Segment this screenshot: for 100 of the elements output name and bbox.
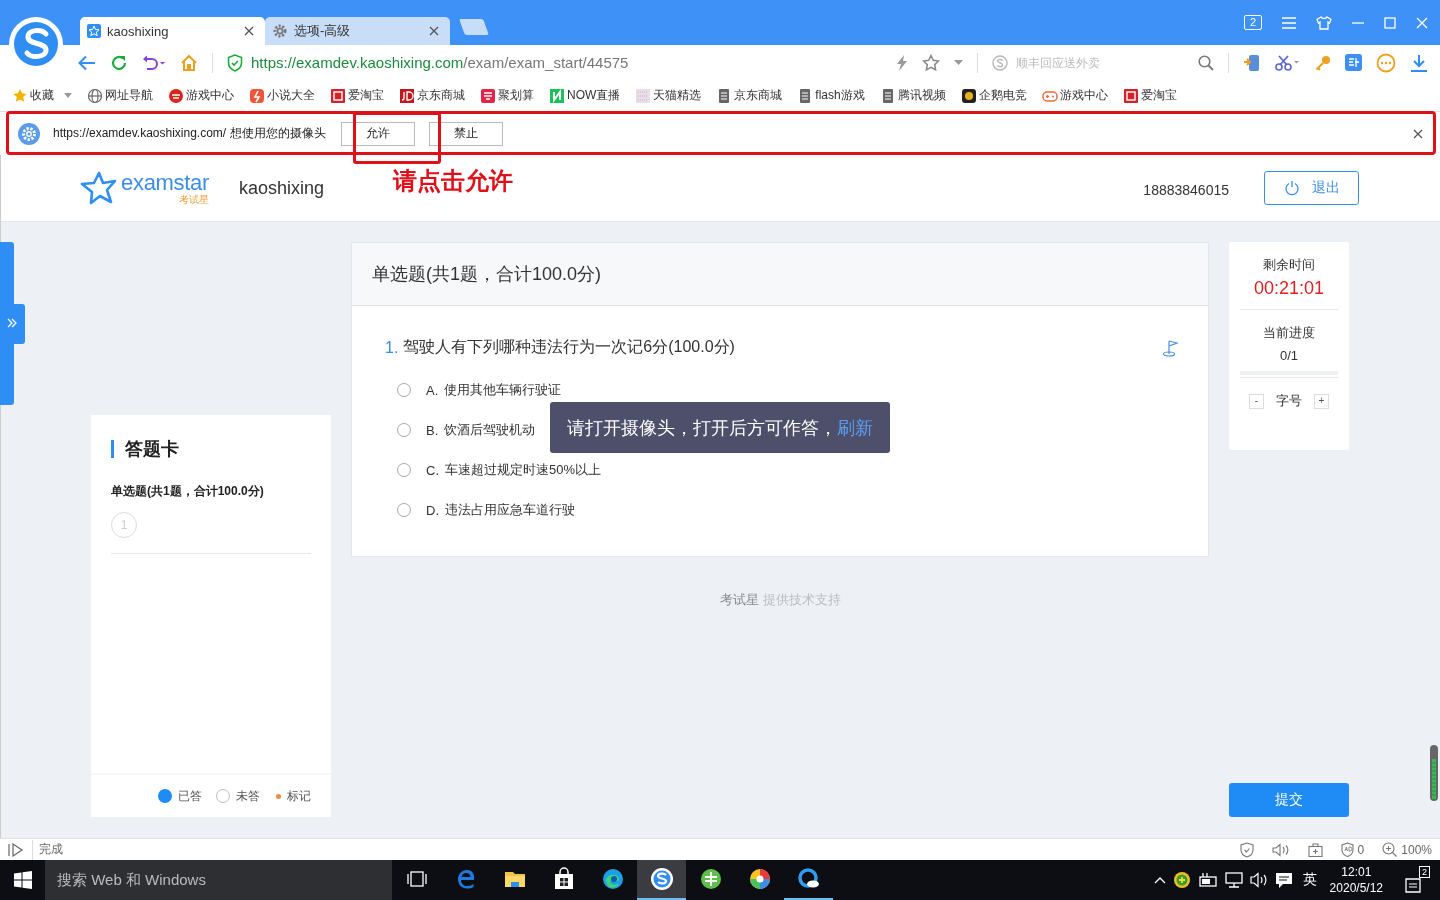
marker-dot <box>276 793 281 799</box>
browser-icon <box>796 867 821 891</box>
timer-value: 00:21:01 <box>1252 278 1326 299</box>
sidebar-toggle-icon[interactable] <box>8 842 24 857</box>
phone-icon[interactable] <box>1243 53 1261 72</box>
shirt-icon[interactable] <box>1316 15 1332 30</box>
logo-icon <box>330 87 346 104</box>
browser-tab[interactable]: kaoshixing <box>80 17 265 45</box>
scrollbar-thumb-drawing[interactable] <box>1430 745 1438 801</box>
menu-icon[interactable] <box>1282 16 1296 29</box>
chevron-up-icon[interactable] <box>1153 876 1166 884</box>
deny-button[interactable]: 禁止 <box>428 121 503 146</box>
bookmark-item[interactable]: 聚划算 <box>480 87 534 104</box>
browser-tab[interactable]: 选项-高级 <box>265 17 450 45</box>
windows-logo-icon <box>13 871 32 889</box>
scissors-icon[interactable] <box>1275 54 1301 71</box>
close-icon[interactable] <box>428 25 440 37</box>
input-method-button[interactable]: 英 <box>1302 871 1317 889</box>
legend-label: 已答 <box>178 787 202 805</box>
translate-icon[interactable] <box>1345 54 1362 71</box>
footer-brand: 考试星 <box>719 592 759 607</box>
logo-icon <box>168 87 184 104</box>
flag-icon[interactable] <box>1162 338 1180 357</box>
speaker-icon[interactable] <box>1271 842 1290 857</box>
close-icon[interactable] <box>243 25 255 37</box>
shield-icon[interactable] <box>1239 841 1254 858</box>
bookmark-item[interactable]: flash游戏 <box>797 87 865 104</box>
option-text: 车速超过规定时速50%以上 <box>445 461 602 479</box>
logo-icon <box>249 87 265 104</box>
message-icon[interactable] <box>1274 871 1293 889</box>
power-icon <box>1283 180 1300 196</box>
zoom-button[interactable]: 100% <box>1382 842 1432 857</box>
option-letter: C. <box>426 462 439 478</box>
more-icon[interactable] <box>1376 52 1396 73</box>
undo-icon[interactable] <box>142 54 166 71</box>
reload-icon[interactable] <box>110 53 128 72</box>
browser-icon <box>698 867 723 891</box>
bookmark-item[interactable]: 游戏中心 <box>168 87 234 104</box>
shield-icon <box>227 53 243 72</box>
caret-icon <box>64 93 72 98</box>
network-icon[interactable] <box>1224 872 1243 888</box>
browser-icon <box>649 867 674 891</box>
section-label: 单选题(共1题，合计100.0分) <box>110 483 265 500</box>
option-text: 饮酒后驾驶机动 <box>444 421 536 439</box>
address-field[interactable]: https://examdev.kaoshixing.com/exam/exam_start/44575 <box>251 54 882 71</box>
bookmark-item[interactable]: 爱淘宝 <box>330 87 384 104</box>
gear-icon <box>272 23 288 39</box>
logo-icon <box>480 87 496 104</box>
app-tray-icon[interactable] <box>1172 871 1191 889</box>
bookmark-item[interactable]: 游戏中心 <box>1041 87 1108 104</box>
site-name: kaoshixing <box>239 177 325 199</box>
star-icon <box>12 87 28 104</box>
back-icon[interactable] <box>78 54 96 71</box>
logo-icon <box>635 87 652 104</box>
toast-text: 请打开摄像头，打开后方可作答， <box>567 416 837 440</box>
bookmark-item[interactable]: 腾讯视频 <box>879 87 946 104</box>
bookmark-item[interactable]: 小说大全 <box>249 87 315 104</box>
bookmark-item[interactable]: 网址导航 <box>87 87 153 104</box>
option-letter: A. <box>426 382 439 398</box>
option-text: 违法占用应急车道行驶 <box>445 501 575 519</box>
section-title: 单选题(共1题，合计100.0分) <box>372 263 602 286</box>
home-icon[interactable] <box>180 53 198 72</box>
caret-icon[interactable] <box>954 59 963 66</box>
bookmark-item[interactable]: 爱淘宝 <box>1122 87 1177 104</box>
brand-subtitle: 考试星 <box>179 194 210 205</box>
logo-icon <box>549 87 565 104</box>
increase-font-button[interactable]: + <box>1314 393 1329 409</box>
download-icon[interactable] <box>1410 53 1428 72</box>
volume-icon[interactable] <box>1249 872 1268 888</box>
maximize-icon[interactable] <box>1384 16 1396 29</box>
bookmark-item[interactable]: 企鹅电竞 <box>960 87 1027 104</box>
notification-button[interactable]: 2 <box>1404 866 1430 894</box>
bookmark-item[interactable]: 天猫精选 <box>635 87 702 104</box>
key-icon[interactable] <box>1315 54 1331 71</box>
question-number: 1. <box>385 338 399 357</box>
star-icon[interactable] <box>922 53 940 72</box>
bookmark-item[interactable]: 京东商城 <box>716 87 783 104</box>
search-icon[interactable] <box>1198 54 1214 71</box>
decrease-font-button[interactable]: - <box>1249 393 1264 409</box>
clock-button[interactable]: 12:01 2020/5/12 <box>1329 864 1383 896</box>
close-icon[interactable] <box>1412 127 1424 140</box>
logout-button[interactable]: 退出 <box>1264 171 1359 205</box>
progress-label: 当前进度 <box>1262 324 1316 342</box>
bookmark-item[interactable]: 收藏 <box>12 87 72 104</box>
option-letter: B. <box>426 422 439 438</box>
side-handle-drawing[interactable] <box>0 242 25 405</box>
lightning-icon[interactable] <box>896 54 908 71</box>
new-tab-button[interactable] <box>459 19 489 35</box>
bookmark-item[interactable]: NOW直播 <box>549 87 621 104</box>
allow-button[interactable]: 允许 <box>340 121 415 146</box>
medkit-icon[interactable] <box>1307 842 1323 857</box>
search-field[interactable]: 搜索 Web 和 Windows <box>45 860 392 900</box>
bookmark-item[interactable]: 京东商城 <box>399 87 465 104</box>
font-size-label: 字号 <box>1276 392 1302 410</box>
battery-icon[interactable] <box>1197 872 1218 888</box>
user-phone: 18883846015 <box>1143 182 1229 198</box>
annotation-text: 请点击允许 <box>393 166 513 196</box>
permission-message: https://examdev.kaoshixing.com/ 想使用您的摄像头 <box>53 125 326 142</box>
taskbar-app-button[interactable] <box>637 860 686 900</box>
ad-block-button[interactable]: 0 <box>1340 842 1365 857</box>
